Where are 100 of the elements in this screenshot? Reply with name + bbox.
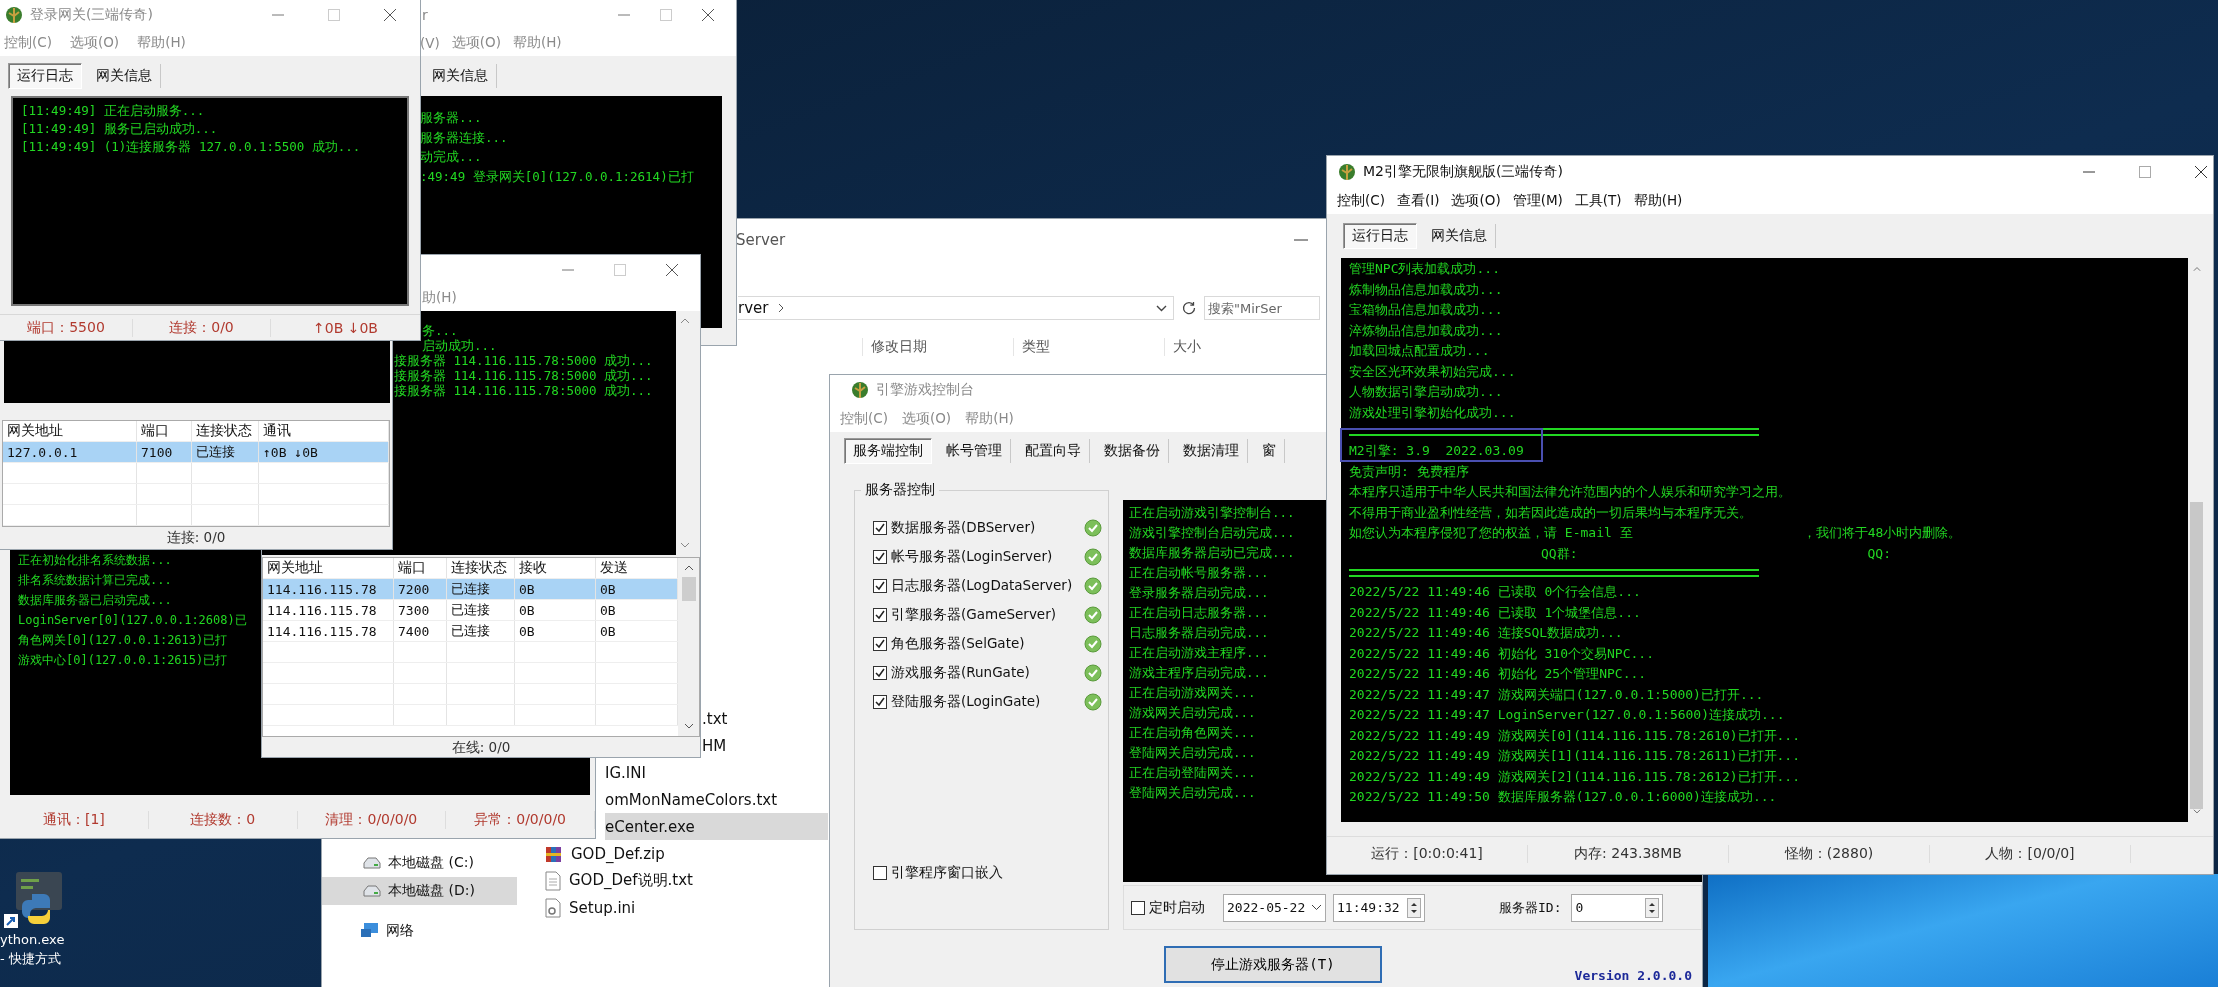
menu-item[interactable]: 管理(M) [1512, 192, 1563, 210]
address-bar[interactable]: rver [738, 296, 1174, 320]
table-header-cell[interactable]: 端口 [137, 421, 192, 441]
close-icon[interactable] [702, 9, 714, 21]
checkbox[interactable] [873, 520, 887, 535]
log-line: 数据库服务器启动已完成... [1129, 544, 1295, 562]
log-line: 游戏引擎控制台启动完成... [1129, 524, 1295, 542]
table-header-cell[interactable]: 网关地址 [263, 558, 394, 578]
menu-item[interactable]: 控制(C) [4, 34, 52, 52]
menu-item[interactable]: 帮助(H) [137, 34, 186, 52]
tab[interactable]: 网关信息 [88, 64, 161, 88]
close-icon[interactable] [2195, 166, 2207, 178]
checkbox[interactable] [873, 549, 887, 564]
log-line: 2022/5/22 11:49:49 游戏网关[2](114.116.115.78:2612)已打开... [1349, 767, 1801, 786]
chevron-right-icon[interactable] [778, 303, 785, 313]
scroll-up-icon[interactable] [683, 564, 694, 571]
checkbox[interactable] [873, 607, 887, 622]
file-item[interactable]: GOD_Def说明.txt [545, 867, 828, 894]
table-row[interactable]: 114.116.115.78 7200 已连接 0B 0B [263, 579, 678, 600]
scrollbar-thumb[interactable] [2190, 501, 2203, 809]
window-title: Server [736, 231, 786, 249]
table-row[interactable]: 127.0.0.1 7100 已连接 ↑0B ↓0B [3, 442, 389, 463]
checkbox[interactable] [873, 865, 887, 880]
scrollbar[interactable] [678, 558, 699, 736]
checkbox[interactable] [873, 578, 887, 593]
menu-item[interactable]: 助(H) [422, 289, 457, 307]
chevron-down-icon[interactable] [1311, 904, 1322, 911]
menu-item[interactable]: 选项(O) [69, 34, 120, 52]
date-picker[interactable]: 2022-05-22 [1223, 893, 1326, 922]
tab[interactable]: 数据备份 [1096, 439, 1169, 463]
menu-item[interactable]: 控制(C) [840, 409, 888, 428]
time-field[interactable]: 11:49:32 [1333, 893, 1425, 922]
tab[interactable]: 数据清理 [1175, 439, 1248, 463]
close-icon[interactable] [384, 9, 396, 21]
nav-item[interactable]: 网络 [322, 917, 517, 945]
shortcut-label[interactable]: ython.exe [0, 930, 65, 949]
tab[interactable]: 运行日志 [8, 63, 82, 89]
stop-server-button[interactable]: 停止游戏服务器(T) [1164, 946, 1382, 983]
menu-item[interactable]: 选项(O) [901, 409, 952, 428]
checkbox[interactable] [873, 665, 887, 680]
scroll-down-icon[interactable] [683, 723, 694, 730]
menu-item[interactable]: 选项(O) [1451, 192, 1501, 210]
refresh-icon[interactable] [1182, 301, 1196, 315]
scroll-up-icon[interactable] [680, 317, 690, 324]
menu-item[interactable]: 工具(T) [1574, 192, 1622, 210]
table-header-cell[interactable]: 端口 [394, 558, 447, 578]
checkbox[interactable] [1131, 900, 1145, 915]
table-cell: 127.0.0.1 [3, 442, 137, 462]
menu-item[interactable]: 选项(O) [451, 34, 501, 52]
tab[interactable]: 配置向导 [1017, 439, 1090, 463]
checkbox-label: 游戏服务器(RunGate) [891, 663, 1030, 682]
table-row[interactable]: 114.116.115.78 7400 已连接 0B 0B [263, 621, 678, 642]
nav-item[interactable]: 本地磁盘 (D:) [322, 877, 517, 905]
file-item[interactable]: IG.INI [605, 759, 828, 786]
nav-item[interactable]: 本地磁盘 (C:) [322, 849, 517, 877]
table-header-cell[interactable]: 连接状态 [192, 421, 259, 441]
column-header[interactable]: 大小 [1164, 338, 1313, 356]
file-item[interactable]: HM [702, 732, 828, 759]
spinner-icon[interactable] [1645, 897, 1660, 918]
status-text: 内存: 243.38MB [1528, 845, 1729, 863]
tab[interactable]: 运行日志 [1343, 223, 1417, 249]
scroll-down-icon[interactable] [2191, 808, 2202, 814]
scroll-down-icon[interactable] [680, 542, 690, 549]
table-row[interactable]: 114.116.115.78 7300 已连接 0B 0B [263, 600, 678, 621]
menu-item[interactable]: 查看(I) [1396, 192, 1440, 210]
checkbox[interactable] [873, 694, 887, 709]
scrollbar[interactable] [676, 311, 694, 555]
status-text: ↑0B ↓0B [312, 319, 379, 336]
column-header[interactable]: 修改日期 [862, 338, 1011, 356]
server-id-field[interactable]: 0 [1571, 893, 1664, 922]
menu-item[interactable]: (V) [420, 35, 440, 51]
tab[interactable]: 网关信息 [424, 64, 497, 88]
table-header-cell[interactable]: 通讯 [259, 421, 389, 441]
table-header-cell[interactable]: 接收 [515, 558, 596, 578]
table-header-cell[interactable]: 连接状态 [447, 558, 515, 578]
file-item[interactable]: Setup.ini [545, 894, 828, 921]
menu-item[interactable]: 帮助(H) [1633, 192, 1683, 210]
menu-item[interactable]: 帮助(H) [512, 34, 562, 52]
spinner-icon[interactable] [1407, 897, 1421, 918]
tab[interactable]: 窗 [1254, 439, 1285, 463]
menu-item[interactable]: 控制(C) [1337, 192, 1385, 210]
tab[interactable]: 网关信息 [1423, 224, 1496, 248]
table-header-cell[interactable]: 网关地址 [3, 421, 137, 441]
chevron-down-icon[interactable] [1156, 304, 1167, 312]
shortcut-label[interactable]: - 快捷方式 [0, 949, 61, 968]
tab[interactable]: 帐号管理 [938, 439, 1011, 463]
column-header[interactable]: 类型 [1013, 338, 1162, 356]
log-line: 启动成功... [422, 338, 497, 353]
close-icon[interactable] [666, 264, 678, 276]
file-item[interactable]: GOD_Def.zip [545, 840, 828, 867]
table-cell: ↑0B ↓0B [259, 442, 389, 462]
search-field[interactable]: 搜索"MirSer [1204, 296, 1320, 320]
log-line: 游戏中心[0](127.0.0.1:2615)已打 [18, 652, 228, 669]
scrollbar-thumb[interactable] [681, 577, 696, 601]
checkbox[interactable] [873, 636, 887, 651]
file-item[interactable]: .txt [702, 705, 828, 732]
file-item[interactable]: eCenter.exe [605, 813, 828, 840]
tab[interactable]: 服务端控制 [844, 438, 932, 464]
menu-item[interactable]: 帮助(H) [965, 409, 1014, 428]
file-item[interactable]: omMonNameColors.txt [605, 786, 828, 813]
